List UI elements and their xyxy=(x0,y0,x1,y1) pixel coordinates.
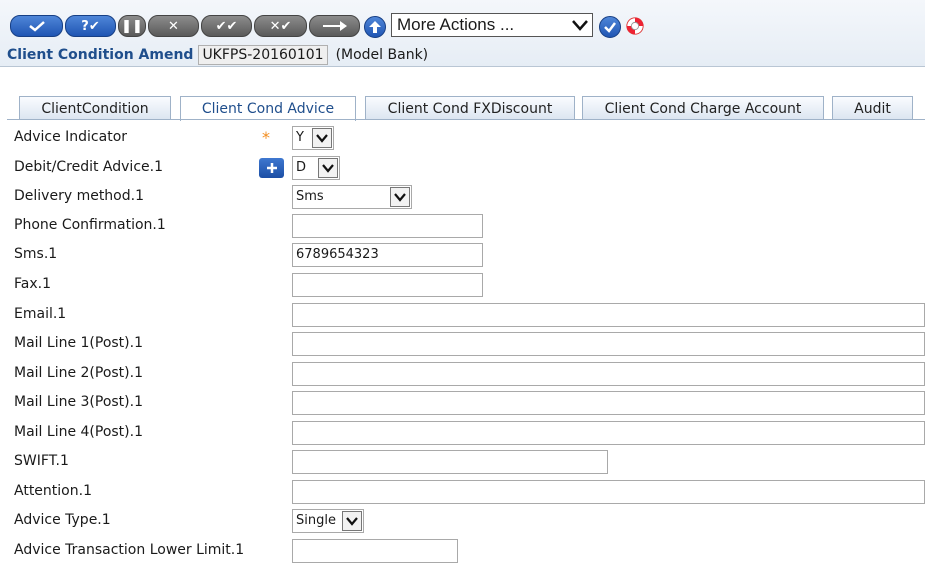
go-check-icon xyxy=(604,22,616,33)
validate-icon xyxy=(28,21,45,32)
help-validate-icon: ?✔ xyxy=(81,18,100,34)
phone-confirmation-input[interactable] xyxy=(292,214,483,238)
mandatory-marker: * xyxy=(262,128,270,147)
chevron-down-icon xyxy=(342,511,362,531)
record-id: UKFPS-20160101 xyxy=(198,45,328,65)
chevron-down-icon xyxy=(390,187,410,207)
delete-icon: ✕ xyxy=(168,18,179,34)
next-icon xyxy=(322,21,347,31)
tab-clientcondition[interactable]: ClientCondition xyxy=(19,96,171,120)
email-row: Email.1 xyxy=(0,303,925,329)
upload-icon xyxy=(369,21,381,33)
tab-client-cond-advice[interactable]: Client Cond Advice xyxy=(180,96,356,121)
fax-label: Fax.1 xyxy=(14,276,51,292)
mail-line-4-row: Mail Line 4(Post).1 xyxy=(0,421,925,447)
tab-client-cond-fxdiscount[interactable]: Client Cond FXDiscount xyxy=(365,96,575,120)
advice-txn-lower-limit-row: Advice Transaction Lower Limit.1 xyxy=(0,539,925,565)
mail-line-1-row: Mail Line 1(Post).1 xyxy=(0,332,925,358)
sms-row: Sms.1 6789654323 xyxy=(0,243,925,269)
lifebuoy-icon xyxy=(626,17,644,35)
advice-type-value: Single xyxy=(296,513,336,528)
delivery-method-select[interactable]: Sms xyxy=(292,185,412,209)
hold-icon: ❚❚ xyxy=(121,18,143,34)
tab-client-cond-charge-account[interactable]: Client Cond Charge Account xyxy=(582,96,824,120)
debit-credit-advice-row: Debit/Credit Advice.1 D xyxy=(0,156,925,182)
fax-input[interactable] xyxy=(292,273,483,297)
mail-line-3-label: Mail Line 3(Post).1 xyxy=(14,394,143,410)
tab-divider xyxy=(7,119,925,120)
debit-credit-advice-label: Debit/Credit Advice.1 xyxy=(14,159,163,175)
tab-label: Audit xyxy=(854,101,891,117)
swift-row: SWIFT.1 xyxy=(0,450,925,476)
mail-line-2-label: Mail Line 2(Post).1 xyxy=(14,365,143,381)
attention-input[interactable] xyxy=(292,480,925,504)
fax-row: Fax.1 xyxy=(0,273,925,299)
mail-line-1-input[interactable] xyxy=(292,332,925,356)
delivery-method-value: Sms xyxy=(296,189,324,204)
header-toolbar: ?✔ ❚❚ ✕ ✔✔ ✕✔ More Actions ... Client Co… xyxy=(0,0,925,67)
hold-button[interactable]: ❚❚ xyxy=(118,15,146,37)
upload-button[interactable] xyxy=(364,16,386,38)
record-header: Client Condition Amend UKFPS-20160101 (M… xyxy=(7,45,428,65)
advice-type-label: Advice Type.1 xyxy=(14,512,111,528)
advice-txn-lower-limit-label: Advice Transaction Lower Limit.1 xyxy=(14,542,245,558)
next-button[interactable] xyxy=(309,15,360,37)
chevron-down-icon xyxy=(572,20,588,31)
debit-credit-advice-select[interactable]: D xyxy=(292,156,340,180)
more-actions-value: More Actions ... xyxy=(397,15,515,34)
mail-line-1-label: Mail Line 1(Post).1 xyxy=(14,335,143,351)
advice-type-row: Advice Type.1 Single xyxy=(0,509,925,535)
tab-label: Client Cond Charge Account xyxy=(604,101,802,117)
sms-label: Sms.1 xyxy=(14,246,58,262)
tab-label: Client Cond Advice xyxy=(201,101,335,117)
page-title: Client Condition Amend xyxy=(7,47,194,63)
delete-button[interactable]: ✕ xyxy=(148,15,199,37)
expand-multivalue-icon[interactable] xyxy=(259,158,284,178)
more-actions-select[interactable]: More Actions ... xyxy=(391,13,593,37)
advice-indicator-label: Advice Indicator xyxy=(14,129,128,145)
mail-line-4-input[interactable] xyxy=(292,421,925,445)
advice-indicator-select[interactable]: Y xyxy=(292,126,334,150)
go-button[interactable] xyxy=(599,16,621,38)
mail-line-3-row: Mail Line 3(Post).1 xyxy=(0,391,925,417)
help-button[interactable] xyxy=(625,16,645,36)
chevron-down-icon xyxy=(312,128,332,148)
tab-label: Client Cond FXDiscount xyxy=(387,101,553,117)
mail-line-2-row: Mail Line 2(Post).1 xyxy=(0,362,925,388)
tab-label: ClientCondition xyxy=(41,101,149,117)
delivery-method-row: Delivery method.1 Sms xyxy=(0,185,925,211)
email-input[interactable] xyxy=(292,303,925,327)
swift-input[interactable] xyxy=(292,450,608,474)
debit-credit-advice-value: D xyxy=(296,160,307,175)
tab-audit[interactable]: Audit xyxy=(832,96,913,120)
mail-line-4-label: Mail Line 4(Post).1 xyxy=(14,424,143,440)
advice-indicator-value: Y xyxy=(296,130,304,145)
attention-row: Attention.1 xyxy=(0,480,925,506)
swift-label: SWIFT.1 xyxy=(14,453,69,469)
company-name: (Model Bank) xyxy=(335,47,429,63)
authorise-button[interactable]: ✔✔ xyxy=(201,15,252,37)
help-validate-button[interactable]: ?✔ xyxy=(65,15,116,37)
mail-line-3-input[interactable] xyxy=(292,391,925,415)
advice-type-select[interactable]: Single xyxy=(292,509,364,533)
phone-confirmation-label: Phone Confirmation.1 xyxy=(14,217,166,233)
mail-line-2-input[interactable] xyxy=(292,362,925,386)
advice-txn-lower-limit-input[interactable] xyxy=(292,539,458,563)
advice-indicator-row: Advice Indicator * Y xyxy=(0,126,925,152)
delivery-method-label: Delivery method.1 xyxy=(14,188,144,204)
reverse-button[interactable]: ✕✔ xyxy=(254,15,307,37)
chevron-down-icon xyxy=(318,158,338,178)
sms-input[interactable]: 6789654323 xyxy=(292,243,483,267)
phone-confirmation-row: Phone Confirmation.1 xyxy=(0,214,925,240)
attention-label: Attention.1 xyxy=(14,483,92,499)
validate-button[interactable] xyxy=(10,15,63,37)
email-label: Email.1 xyxy=(14,306,67,322)
reverse-icon: ✕✔ xyxy=(269,18,292,34)
authorise-icon: ✔✔ xyxy=(215,18,238,34)
